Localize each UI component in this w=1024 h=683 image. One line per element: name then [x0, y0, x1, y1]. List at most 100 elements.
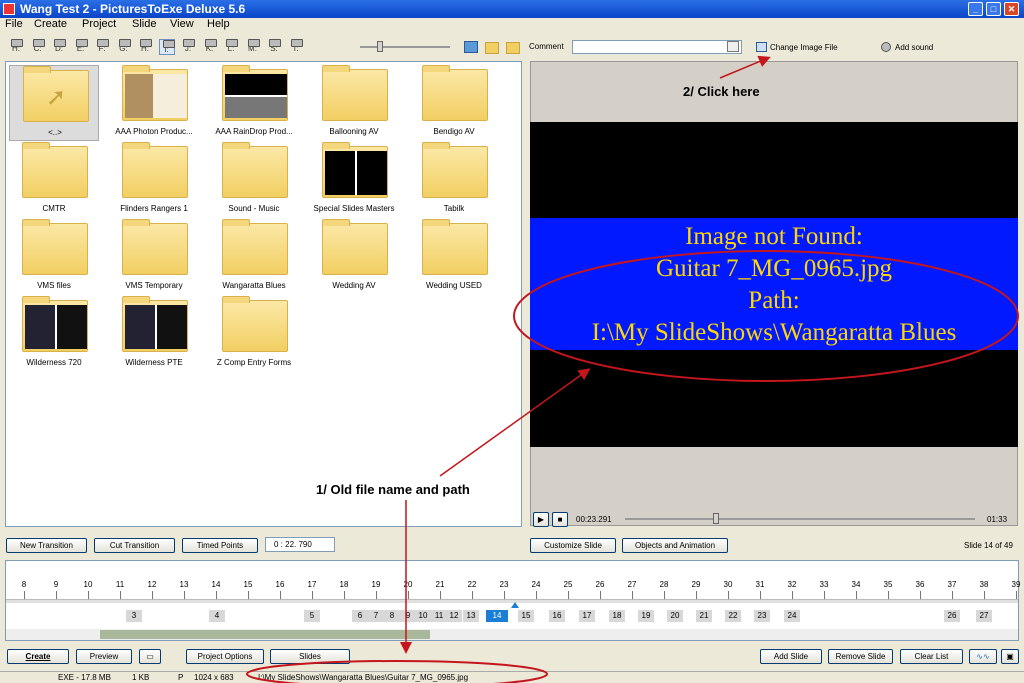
folder-item[interactable]: Flinders Rangers 1 — [109, 142, 199, 218]
drive-button[interactable]: K: — [202, 39, 218, 55]
project-options-button[interactable]: Project Options — [186, 649, 264, 664]
drive-button[interactable]: G: — [116, 39, 132, 55]
new-transition-button[interactable]: New Transition — [6, 538, 87, 553]
drive-button[interactable]: H: — [137, 39, 153, 55]
playhead-marker[interactable] — [511, 602, 519, 608]
folder-thumbnail — [125, 74, 187, 118]
play-button[interactable]: ▶ — [533, 512, 549, 527]
slide-marker[interactable]: 7 — [368, 610, 384, 622]
comment-input[interactable] — [572, 40, 742, 54]
folder-item[interactable]: Wilderness PTE — [109, 296, 199, 372]
fullscreen-icon[interactable]: ▭ — [139, 649, 161, 664]
time-value-field[interactable]: 0 : 22. 790 — [265, 537, 335, 552]
slide-marker[interactable]: 27 — [976, 610, 992, 622]
slide-marker[interactable]: 9 — [400, 610, 416, 622]
add-sound-button[interactable]: Add sound — [895, 43, 933, 52]
menu-create[interactable]: Create — [34, 18, 67, 30]
folder-item[interactable]: Z Comp Entry Forms — [209, 296, 299, 372]
create-button[interactable]: Create — [7, 649, 69, 664]
drive-button[interactable]: C: — [30, 39, 46, 55]
drive-button[interactable]: M: — [245, 39, 261, 55]
customize-slide-button[interactable]: Customize Slide — [530, 538, 616, 553]
stop-button[interactable]: ■ — [552, 512, 568, 527]
folder-item[interactable]: Special Slides Masters — [309, 142, 399, 218]
thumbnail-size-thumb[interactable] — [377, 41, 383, 52]
folder-item[interactable]: Ballooning AV — [309, 65, 399, 141]
objects-animation-button[interactable]: Objects and Animation — [622, 538, 728, 553]
folder-item[interactable]: Wedding AV — [309, 219, 399, 295]
slide-marker[interactable]: 19 — [638, 610, 654, 622]
waveform-icon[interactable]: ∿∿ — [969, 649, 997, 664]
slide-marker[interactable]: 3 — [126, 610, 142, 622]
slide-marker[interactable]: 4 — [209, 610, 225, 622]
minimize-button[interactable]: _ — [968, 2, 983, 16]
sound-icon[interactable] — [881, 42, 891, 52]
preview-button[interactable]: Preview — [76, 649, 132, 664]
slide-marker[interactable]: 20 — [667, 610, 683, 622]
slide-marker[interactable]: 23 — [754, 610, 770, 622]
menu-project[interactable]: Project — [82, 18, 116, 30]
comment-edit-icon[interactable] — [727, 41, 739, 52]
cut-transition-button[interactable]: Cut Transition — [94, 538, 175, 553]
timed-points-button[interactable]: Timed Points — [182, 538, 258, 553]
slide-marker[interactable]: 18 — [609, 610, 625, 622]
playback-thumb[interactable] — [712, 513, 719, 524]
slide-marker[interactable]: 15 — [518, 610, 534, 622]
view-icon[interactable] — [464, 41, 478, 53]
slide-marker[interactable]: 26 — [944, 610, 960, 622]
remove-slide-button[interactable]: Remove Slide — [828, 649, 893, 664]
folder-item[interactable]: Tabilk — [409, 142, 499, 218]
slide-marker[interactable]: 13 — [463, 610, 479, 622]
drive-button[interactable]: E: — [73, 39, 89, 55]
drive-button[interactable]: H: — [8, 39, 24, 55]
folder-item[interactable]: Bendigo AV — [409, 65, 499, 141]
clear-list-button[interactable]: Clear List — [900, 649, 963, 664]
slide-marker[interactable]: 12 — [446, 610, 462, 622]
thumbnail-size-slider[interactable] — [360, 46, 450, 48]
playback-slider[interactable] — [625, 518, 975, 520]
folder-open-icon[interactable] — [485, 42, 499, 54]
slides-button[interactable]: Slides — [270, 649, 350, 664]
drive-button[interactable]: L: — [223, 39, 239, 55]
close-button[interactable]: ✕ — [1004, 2, 1019, 16]
drive-button[interactable]: J: — [180, 39, 196, 55]
drive-button[interactable]: I: — [158, 39, 175, 55]
drive-button[interactable]: F: — [94, 39, 110, 55]
drive-button[interactable]: S: — [266, 39, 282, 55]
folder-item[interactable]: VMS Temporary — [109, 219, 199, 295]
slide-marker[interactable]: 22 — [725, 610, 741, 622]
menu-file[interactable]: File — [5, 18, 23, 30]
folder-item[interactable]: Wilderness 720 — [9, 296, 99, 372]
folder-item[interactable]: Sound - Music — [209, 142, 299, 218]
window-icon[interactable]: ▣ — [1001, 649, 1019, 664]
menu-help[interactable]: Help — [207, 18, 230, 30]
folder-up-icon[interactable] — [506, 42, 520, 54]
current-slide-marker[interactable]: 14 — [486, 610, 508, 622]
slide-marker[interactable]: 17 — [579, 610, 595, 622]
folder-item[interactable]: CMTR — [9, 142, 99, 218]
slide-marker[interactable]: 8 — [384, 610, 400, 622]
menu-view[interactable]: View — [170, 18, 194, 30]
slide-marker[interactable]: 10 — [415, 610, 431, 622]
folder-item[interactable]: AAA Photon Produc... — [109, 65, 199, 141]
change-image-icon[interactable] — [756, 42, 767, 52]
menu-slide[interactable]: Slide — [132, 18, 156, 30]
slide-marker[interactable]: 5 — [304, 610, 320, 622]
slide-marker[interactable]: 16 — [549, 610, 565, 622]
change-image-file-button[interactable]: Change Image File — [770, 43, 838, 52]
folder-item[interactable]: AAA RainDrop Prod... — [209, 65, 299, 141]
folder-item[interactable]: Wedding USED — [409, 219, 499, 295]
folder-item[interactable]: VMS files — [9, 219, 99, 295]
slide-marker[interactable]: 21 — [696, 610, 712, 622]
drive-button[interactable]: T: — [288, 39, 304, 55]
add-slide-button[interactable]: Add Slide — [760, 649, 822, 664]
slide-marker[interactable]: 24 — [784, 610, 800, 622]
slide-marker[interactable]: 6 — [352, 610, 368, 622]
maximize-button[interactable]: □ — [986, 2, 1001, 16]
drive-button[interactable]: D: — [51, 39, 67, 55]
timeline-scroll-thumb[interactable] — [100, 630, 430, 639]
slide-marker[interactable]: 11 — [431, 610, 447, 622]
folder-item[interactable]: ➚ <..> — [9, 65, 99, 141]
folder-item[interactable]: Wangaratta Blues — [209, 219, 299, 295]
timeline-scrollbar[interactable] — [6, 629, 1018, 640]
